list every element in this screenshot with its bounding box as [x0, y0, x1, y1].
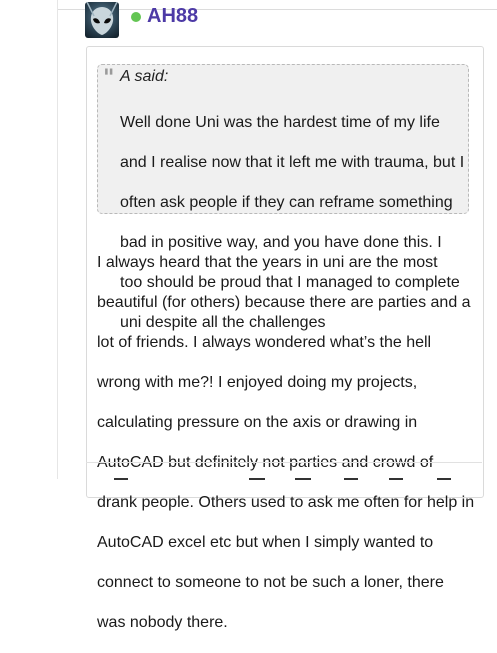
quote-line: and I realise now that it left me with t…	[120, 154, 465, 171]
reply-line: wrong with me?! I enjoyed doing my proje…	[97, 374, 418, 391]
user-avatar[interactable]	[85, 2, 119, 38]
reply-line: drank people. Others used to ask me ofte…	[97, 494, 475, 511]
thread-rail	[57, 0, 58, 479]
quote-icon: "	[103, 65, 115, 91]
quote-author[interactable]: A said:	[120, 68, 168, 86]
reply-line: was nobody there.	[97, 614, 228, 631]
top-divider	[57, 9, 497, 10]
reply-line: beautiful (for others) because there are…	[97, 294, 471, 311]
reply-line: connect to someone to not be such a lone…	[97, 574, 444, 591]
post-toolbar	[86, 462, 482, 480]
online-status-dot	[131, 12, 141, 22]
toolbar-list-icon[interactable]	[389, 478, 403, 480]
toolbar-align-icon[interactable]	[249, 478, 265, 480]
toolbar-numbered-list-icon[interactable]	[437, 478, 451, 480]
username[interactable]: AH88	[147, 4, 198, 28]
quote-line: Well done Uni was the hardest time of my…	[120, 114, 440, 131]
alien-avatar-icon	[86, 2, 118, 35]
toolbar-item-left[interactable]	[114, 478, 128, 480]
reply-text: I always heard that the years in uni are…	[97, 233, 482, 653]
reply-line: lot of friends. I always wondered what’s…	[97, 334, 432, 351]
toolbar-align-center-icon[interactable]	[295, 478, 311, 480]
reply-line: AutoCAD excel etc but when I simply want…	[97, 534, 434, 551]
toolbar-box-icon[interactable]	[344, 478, 358, 480]
reply-line: I always heard that the years in uni are…	[97, 254, 438, 271]
reply-line: calculating pressure on the axis or draw…	[97, 414, 418, 431]
quote-line: often ask people if they can reframe som…	[120, 194, 453, 211]
